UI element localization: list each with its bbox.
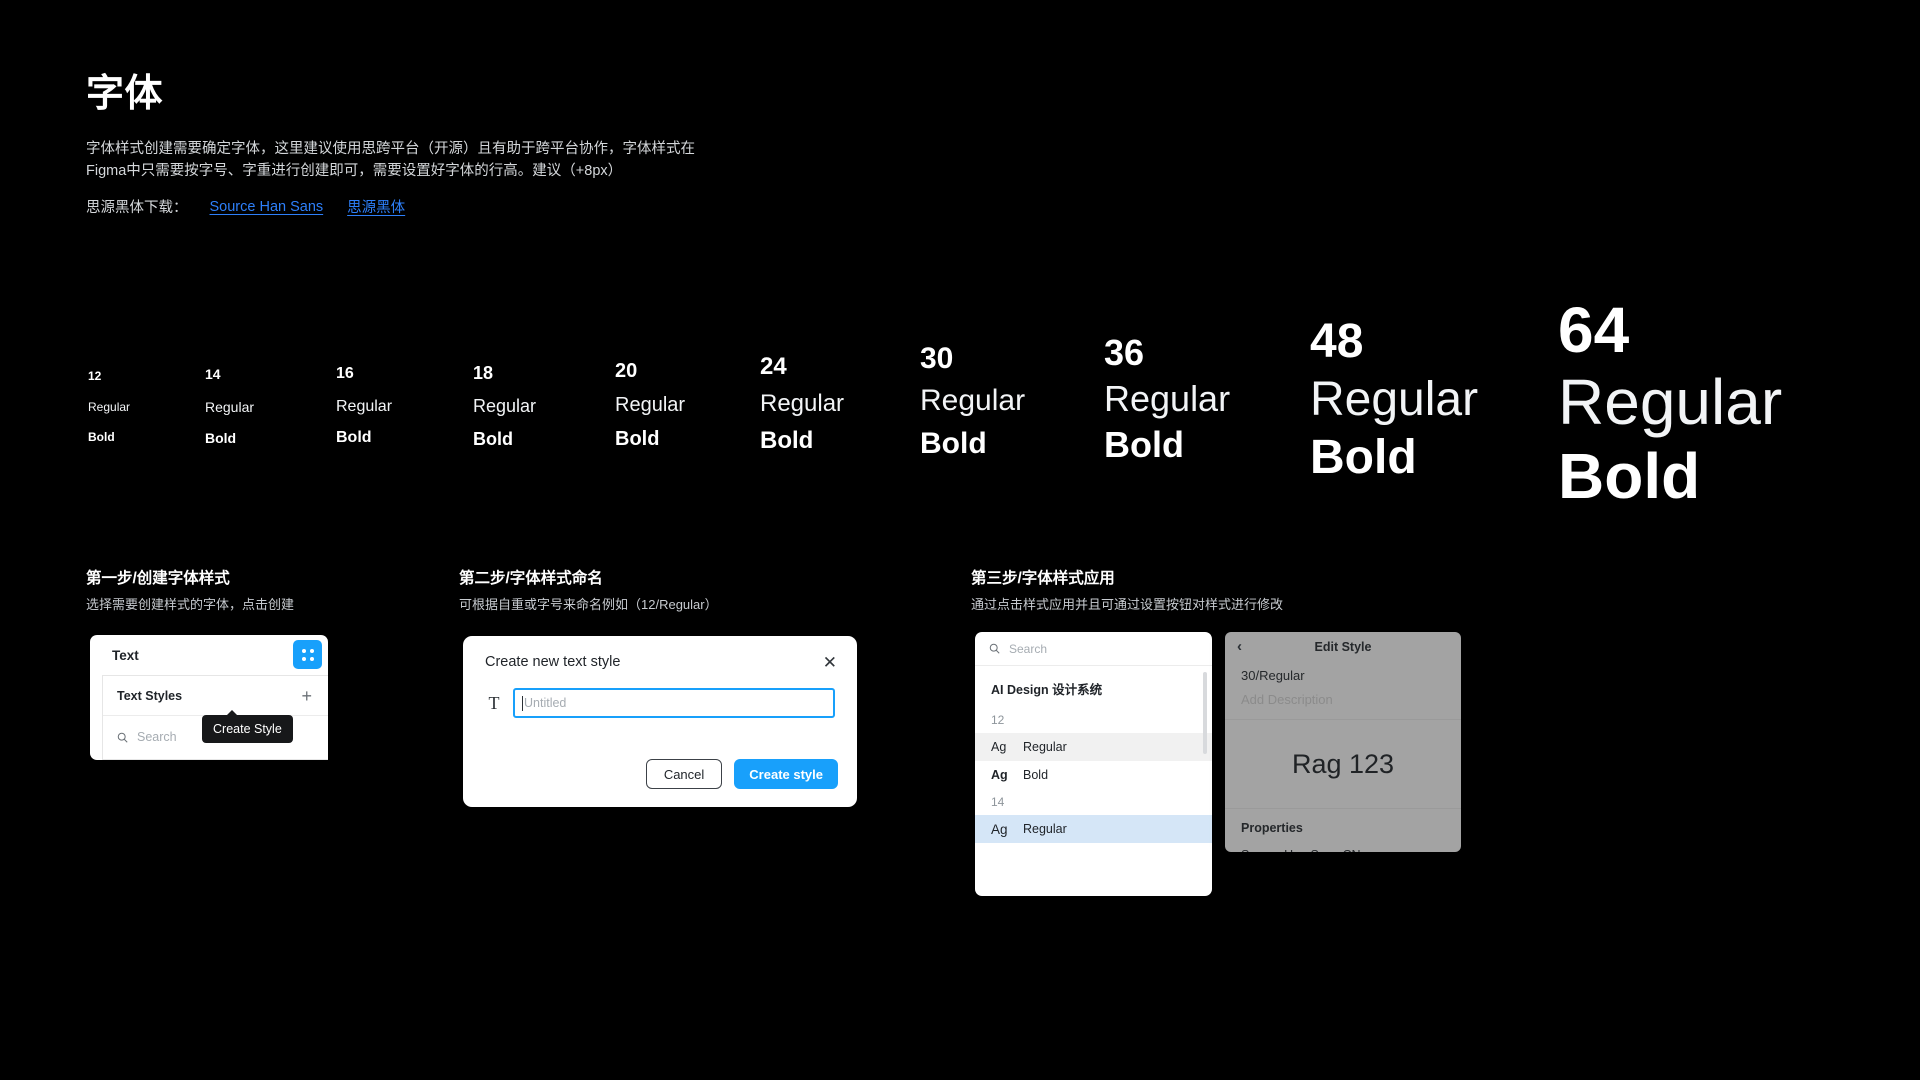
step-1-title: 第一步/创建字体样式 xyxy=(86,570,230,587)
text-caret xyxy=(522,695,523,711)
step-2-title: 第二步/字体样式命名 xyxy=(459,570,603,587)
modal-header: Create new text style ✕ xyxy=(463,636,857,688)
style-name-value[interactable]: 30/Regular xyxy=(1225,662,1461,683)
list-item[interactable]: Ag Regular xyxy=(975,733,1212,761)
text-panel-header: Text xyxy=(90,635,328,675)
specimen-30: 30 Regular Bold xyxy=(920,342,1026,460)
step-1-subtitle: 选择需要创建样式的字体，点击创建 xyxy=(86,597,295,612)
text-styles-row[interactable]: Text Styles + xyxy=(103,676,328,716)
page-description: 字体样式创建需要确定字体，这里建议使用思跨平台（开源）且有助于跨平台协作，字体样… xyxy=(86,141,695,179)
step-3-title: 第三步/字体样式应用 xyxy=(971,570,1115,587)
specimen-20: 20 Regular Bold xyxy=(615,360,686,450)
modal-body: T Untitled xyxy=(463,688,857,718)
specimen-24: 24 Regular Bold xyxy=(760,353,845,454)
specimen-36: 36 Regular Bold xyxy=(1104,332,1231,466)
specimen-12: 12 Regular Bold xyxy=(88,369,131,444)
style-description-placeholder[interactable]: Add Description xyxy=(1225,683,1461,719)
edit-style-header: ‹ Edit Style xyxy=(1225,632,1461,662)
plus-icon[interactable]: + xyxy=(301,687,312,705)
specimen-48: 48 Regular Bold xyxy=(1310,315,1479,485)
list-item-label: Regular xyxy=(1023,740,1067,754)
edit-style-panel: ‹ Edit Style 30/Regular Add Description … xyxy=(1225,632,1461,852)
back-chevron-icon[interactable]: ‹ xyxy=(1237,639,1242,654)
search-placeholder: Search xyxy=(137,730,177,744)
download-links-label: 思源黑体下载： xyxy=(86,200,188,216)
list-item[interactable]: Ag Regular xyxy=(975,815,1212,843)
create-text-style-modal: Create new text style ✕ T Untitled Cance… xyxy=(463,636,857,807)
search-icon xyxy=(989,643,1000,654)
page-title: 字体 xyxy=(86,73,164,115)
step-2-subtitle: 可根据自重或字号来命名例如（12/Regular） xyxy=(459,597,718,612)
cancel-button[interactable]: Cancel xyxy=(645,759,723,789)
text-styles-panel: Text Text Styles + Search Create Style xyxy=(90,635,328,760)
list-item-label: Bold xyxy=(1023,768,1049,782)
style-name-placeholder: Untitled xyxy=(524,696,567,710)
style-list-panel: Search AI Design 设计系统 12 Ag Regular Ag B… xyxy=(975,632,1212,896)
font-family-value[interactable]: Source Han Sans CN xyxy=(1241,848,1445,852)
search-icon xyxy=(117,732,128,743)
close-icon[interactable]: ✕ xyxy=(823,654,837,671)
step-3-subtitle: 通过点击样式应用并且可通过设置按钮对样式进行修改 xyxy=(971,597,1284,612)
specimen-64: 64 Regular Bold xyxy=(1558,294,1783,512)
link-source-han-sans[interactable]: Source Han Sans xyxy=(210,199,324,215)
style-library-title: AI Design 设计系统 xyxy=(991,683,1103,697)
ag-preview: Ag xyxy=(991,768,1008,782)
modal-title: Create new text style xyxy=(485,654,621,670)
specimen-16: 16 Regular Bold xyxy=(336,365,393,447)
create-style-button[interactable]: Create style xyxy=(734,759,838,789)
list-item[interactable]: Ag Bold xyxy=(975,761,1212,789)
size-group-14: 14 xyxy=(991,795,1005,809)
link-siyuan-heiti[interactable]: 思源黑体 xyxy=(347,196,405,217)
properties-label: Properties xyxy=(1241,821,1303,835)
search-placeholder: Search xyxy=(1009,641,1048,656)
text-panel-label: Text xyxy=(112,647,139,663)
properties-section: Properties Source Han Sans CN Regular ⌄ … xyxy=(1225,809,1461,852)
text-type-icon: T xyxy=(488,692,500,713)
scrollbar[interactable] xyxy=(1203,672,1207,754)
grid-dots-icon[interactable] xyxy=(293,639,322,669)
specimen-14: 14 Regular Bold xyxy=(205,366,255,447)
ag-preview: Ag xyxy=(991,740,1007,754)
page-root: 字体 字体样式创建需要确定字体，这里建议使用思跨平台（开源）且有助于跨平台协作，… xyxy=(0,0,1920,1080)
edit-style-title: Edit Style xyxy=(1314,640,1372,654)
type-scale-specimens: 12 Regular Bold 14 Regular Bold 16 Regul… xyxy=(0,250,1920,530)
specimen-18: 18 Regular Bold xyxy=(473,363,537,449)
size-group-12: 12 xyxy=(991,713,1005,727)
modal-footer: Cancel Create style xyxy=(645,759,838,789)
create-style-tooltip: Create Style xyxy=(202,710,293,743)
download-links-row: 思源黑体下载： Source Han Sans 思源黑体 xyxy=(86,196,429,217)
style-list: AI Design 设计系统 12 Ag Regular Ag Bold 14 … xyxy=(975,666,1212,843)
ag-preview: Ag xyxy=(991,821,1008,837)
style-preview-text: Rag 123 xyxy=(1291,748,1395,779)
list-item-label: Regular xyxy=(1023,822,1067,836)
style-name-input[interactable]: Untitled xyxy=(513,688,835,718)
style-list-search[interactable]: Search xyxy=(975,632,1212,666)
text-styles-label: Text Styles xyxy=(117,688,183,703)
